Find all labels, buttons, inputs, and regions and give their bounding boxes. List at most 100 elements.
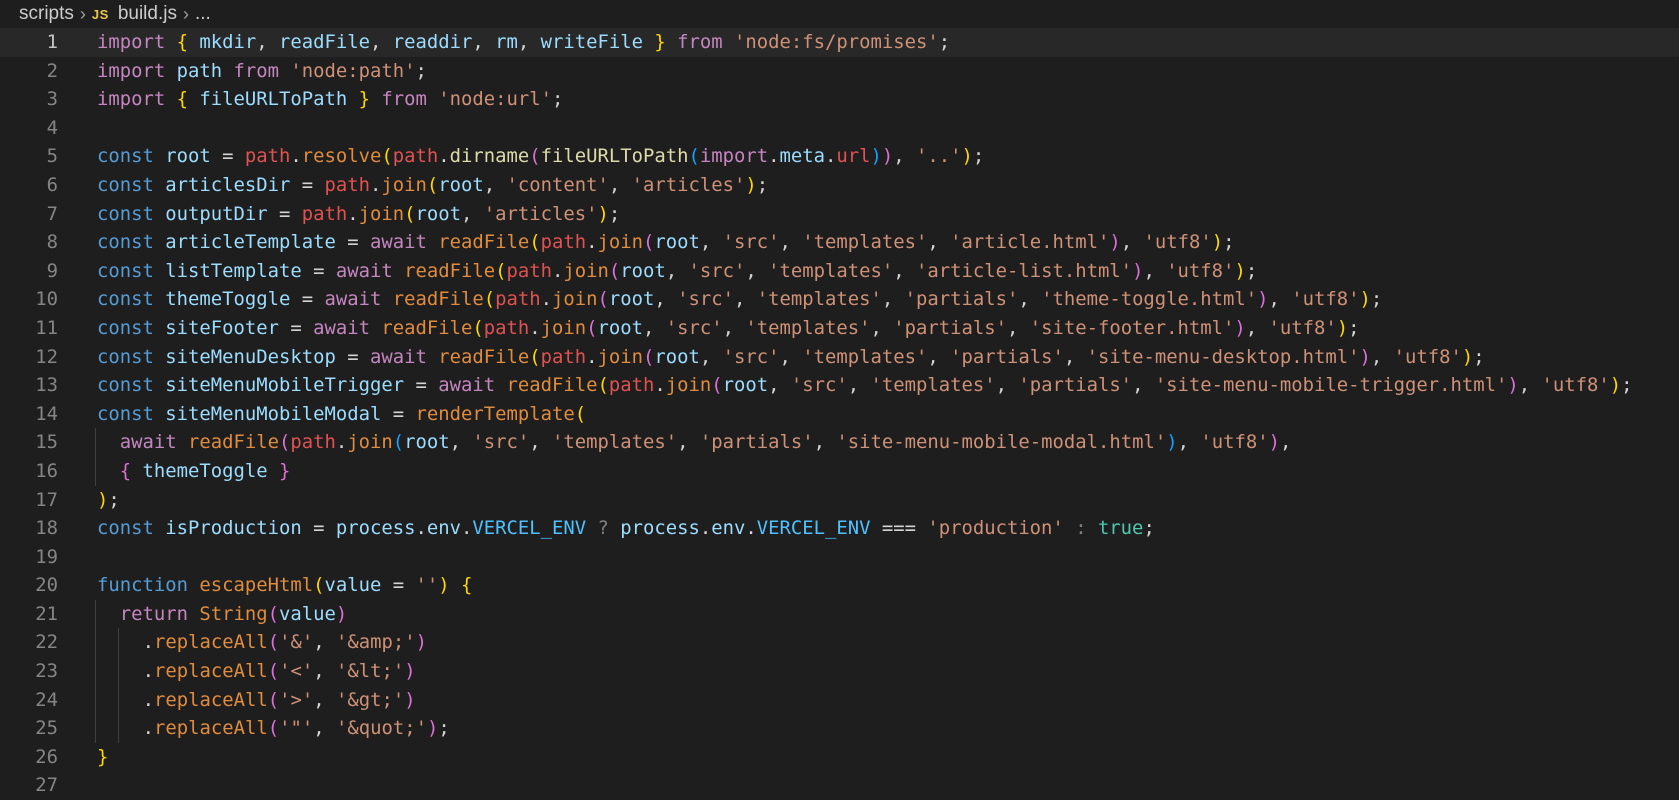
code-line[interactable]: 13 const siteMenuMobileTrigger = await re… — [0, 371, 1679, 400]
code-token: readdir — [392, 31, 473, 53]
code-line[interactable]: 22 .replaceAll('&', '&amp;') — [0, 628, 1679, 658]
code-token: . — [438, 145, 450, 168]
code-token: = — [335, 231, 370, 254]
line-number: 14 — [35, 402, 58, 425]
code-line[interactable]: 12 const siteMenuDesktop = await readFile… — [0, 343, 1679, 372]
code-token: 'templates' — [552, 431, 678, 454]
code-editor[interactable]: 1 import { mkdir, readFile, readdir, rm, … — [0, 28, 1679, 796]
code-token: await — [369, 345, 427, 368]
code-content: .replaceAll('>', '&gt;') — [143, 686, 416, 715]
code-token: '&amp;' — [335, 631, 416, 654]
code-line[interactable]: 18 const isProduction = process.env.VERCE… — [0, 514, 1679, 543]
indent-guide — [117, 657, 119, 686]
code-token: ) — [404, 688, 416, 711]
line-number: 7 — [46, 202, 58, 225]
code-token: ) — [404, 660, 416, 683]
code-line[interactable]: 21 return String(value) — [0, 599, 1679, 629]
code-line[interactable]: 19 — [0, 543, 1679, 572]
code-token: 'utf8' — [1143, 231, 1212, 254]
code-line[interactable]: 23 .replaceAll('<', '&lt;') — [0, 657, 1679, 686]
code-token: env — [711, 517, 746, 540]
line-number: 12 — [35, 345, 58, 368]
code-token: outputDir — [165, 202, 268, 225]
code-line[interactable]: 14 const siteMenuMobileModal = renderTemp… — [0, 400, 1679, 429]
code-line[interactable]: 10 const themeToggle = await readFile(pat… — [0, 285, 1679, 314]
code-token: join — [381, 173, 427, 196]
code-line[interactable]: 4 — [0, 114, 1679, 143]
code-line[interactable]: 17); — [0, 486, 1679, 515]
code-token: . — [586, 231, 598, 254]
code-token: , — [881, 288, 905, 311]
code-line[interactable]: 25 .replaceAll('"', '&quot;'); — [0, 714, 1679, 743]
code-token: ; — [415, 59, 427, 82]
breadcrumb-file[interactable]: build.js — [118, 3, 177, 25]
code-token: isProduction — [165, 517, 302, 540]
code-token: = — [301, 517, 336, 540]
code-line[interactable]: 6 const articlesDir = path.join(root, 'co… — [0, 171, 1679, 200]
code-token: path — [506, 259, 552, 282]
code-line[interactable]: 27 — [0, 771, 1679, 800]
code-token: , — [529, 431, 553, 454]
code-token: , — [893, 145, 916, 168]
code-line[interactable]: 2 import path from 'node:path'; — [0, 57, 1679, 86]
code-token: ( — [642, 345, 655, 368]
code-content: const articleTemplate = await readFile(p… — [97, 228, 1234, 257]
code-token: await — [324, 288, 382, 311]
code-content: const articlesDir = path.join(root, 'con… — [97, 171, 768, 200]
code-line[interactable]: 20 function escapeHtml(value = '') { — [0, 571, 1679, 600]
breadcrumb-symbol[interactable]: ... — [195, 3, 211, 25]
code-line[interactable]: 1 import { mkdir, readFile, readdir, rm, … — [0, 28, 1679, 57]
code-line[interactable]: 15 await readFile(path.join(root, 'src', … — [0, 428, 1679, 457]
indent-guide — [95, 685, 96, 715]
code-token: ; — [972, 145, 985, 168]
code-token: , — [1006, 316, 1030, 339]
code-token: escapeHtml — [199, 574, 314, 597]
code-token: 'src' — [688, 259, 746, 282]
code-token: themeToggle — [142, 459, 268, 482]
code-token: ; — [1223, 231, 1235, 254]
code-token: ( — [381, 145, 393, 168]
code-token: . — [347, 202, 359, 225]
code-token: 'partials' — [893, 316, 1007, 339]
code-line[interactable]: 3 import { fileURLToPath } from 'node:url… — [0, 85, 1679, 114]
code-token: String — [199, 602, 268, 625]
code-token: 'src' — [790, 374, 848, 397]
code-token: renderTemplate — [415, 402, 575, 425]
line-number: 22 — [35, 631, 58, 654]
code-token: , — [927, 231, 951, 254]
code-token: { — [460, 574, 473, 597]
code-line[interactable]: 9 const listTemplate = await readFile(pat… — [0, 257, 1679, 286]
code-token: const — [97, 202, 154, 225]
code-line[interactable]: 24 .replaceAll('>', '&gt;') — [0, 685, 1679, 715]
code-token: ) — [1359, 345, 1371, 368]
code-line[interactable]: 16 { themeToggle } — [0, 456, 1679, 486]
code-token: ( — [529, 345, 541, 368]
code-line[interactable]: 11 const siteFooter = await readFile(path… — [0, 314, 1679, 343]
code-token: themeToggle — [165, 288, 291, 311]
code-token: . — [142, 631, 154, 654]
code-line[interactable]: 5 const root = path.resolve(path.dirname(… — [0, 142, 1679, 171]
code-token: ) — [97, 488, 109, 511]
code-line[interactable]: 26} — [0, 743, 1679, 772]
code-token: siteMenuDesktop — [165, 345, 336, 368]
line-number: 26 — [35, 745, 58, 768]
breadcrumb-folder[interactable]: scripts — [19, 3, 74, 25]
code-token: ( — [597, 288, 609, 311]
code-token: = — [381, 574, 416, 597]
code-token: mkdir — [199, 31, 257, 53]
code-content: const listTemplate = await readFile(path… — [97, 257, 1257, 286]
code-line[interactable]: 8 const articleTemplate = await readFile(… — [0, 228, 1679, 257]
code-token: value — [324, 574, 382, 597]
code-token: path — [540, 345, 587, 368]
code-line[interactable]: 7 const outputDir = path.join(root, 'arti… — [0, 200, 1679, 229]
code-token: = — [290, 173, 325, 196]
code-token: 'utf8' — [1200, 431, 1269, 454]
